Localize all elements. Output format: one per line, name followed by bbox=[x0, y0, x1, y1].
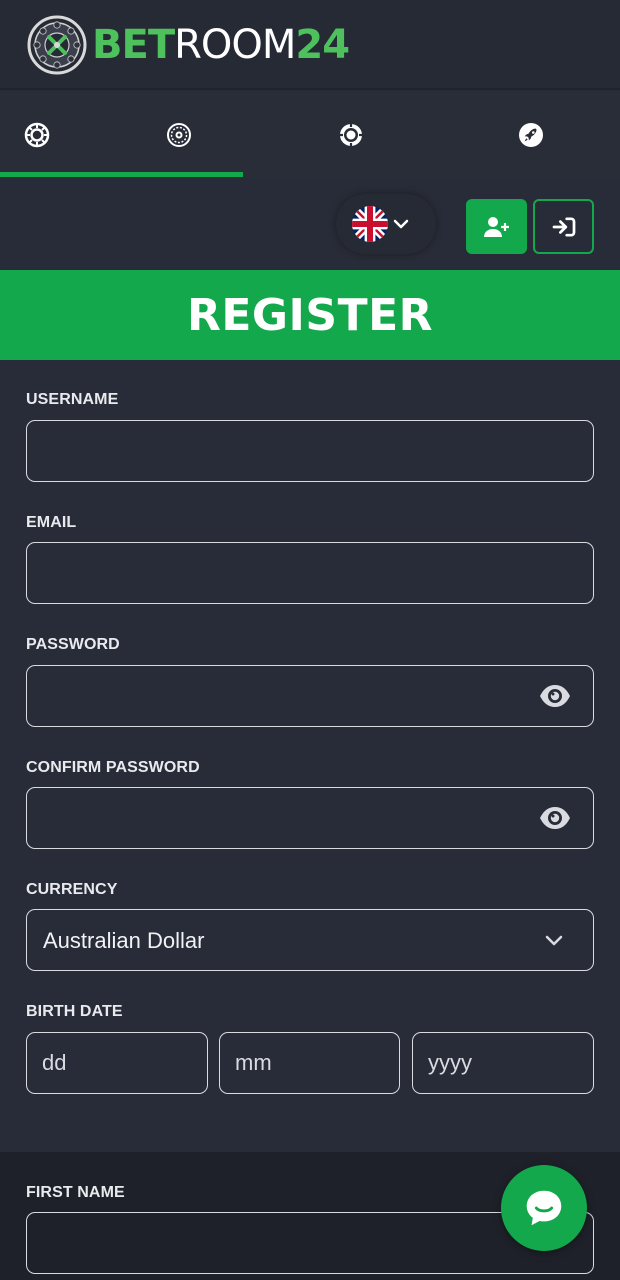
live-chat-button[interactable] bbox=[501, 1165, 587, 1251]
brand-room: ROOM bbox=[174, 22, 296, 68]
birth-year-input[interactable]: yyyy bbox=[412, 1032, 594, 1094]
auth-toolbar bbox=[0, 178, 620, 270]
chevron-down-icon bbox=[545, 935, 563, 946]
brand-number: 24 bbox=[295, 22, 350, 68]
currency-label: CURRENCY bbox=[26, 881, 118, 898]
chevron-down-icon bbox=[393, 219, 409, 229]
currency-select[interactable]: Australian Dollar bbox=[26, 909, 594, 971]
signup-button[interactable] bbox=[466, 199, 527, 254]
birth-date-label: BIRTH DATE bbox=[26, 1003, 123, 1020]
confirm-password-label: CONFIRM PASSWORD bbox=[26, 759, 200, 776]
brand-logo[interactable]: BETROOM24 bbox=[26, 14, 350, 76]
category-tabs bbox=[0, 92, 620, 178]
tab-casino[interactable] bbox=[0, 92, 74, 178]
roulette-icon bbox=[167, 123, 191, 147]
email-label: EMAIL bbox=[26, 514, 77, 531]
rocket-icon bbox=[519, 123, 543, 147]
tab-crash-games[interactable] bbox=[494, 92, 568, 178]
birth-month-placeholder: mm bbox=[235, 1050, 272, 1075]
username-label: USERNAME bbox=[26, 391, 119, 408]
password-input[interactable] bbox=[26, 665, 594, 727]
user-plus-icon bbox=[483, 216, 509, 237]
birth-month-input[interactable]: mm bbox=[219, 1032, 400, 1094]
chat-bubble-icon bbox=[526, 1190, 562, 1226]
birth-year-placeholder: yyyy bbox=[428, 1050, 472, 1075]
login-button[interactable] bbox=[533, 199, 594, 254]
birth-day-input[interactable]: dd bbox=[26, 1032, 208, 1094]
register-title: REGISTER bbox=[186, 289, 434, 341]
sign-in-icon bbox=[552, 216, 575, 237]
casino-chip-icon bbox=[24, 122, 50, 148]
brand-name: BETROOM24 bbox=[92, 22, 350, 68]
currency-value: Australian Dollar bbox=[43, 928, 205, 953]
confirm-password-input[interactable] bbox=[26, 787, 594, 849]
email-input[interactable] bbox=[26, 542, 594, 604]
show-password-eye-icon[interactable] bbox=[539, 682, 571, 710]
tab-live[interactable] bbox=[314, 92, 388, 178]
birth-day-placeholder: dd bbox=[42, 1050, 67, 1075]
brand-bet: BET bbox=[92, 22, 175, 68]
active-tab-indicator bbox=[0, 172, 243, 177]
username-input[interactable] bbox=[26, 420, 594, 482]
live-chip-icon bbox=[340, 124, 362, 146]
uk-flag-icon bbox=[352, 206, 388, 242]
register-header: REGISTER bbox=[0, 270, 620, 360]
language-selector[interactable] bbox=[336, 194, 436, 254]
header: BETROOM24 bbox=[0, 0, 620, 90]
show-confirm-password-eye-icon[interactable] bbox=[539, 804, 571, 832]
tab-live-casino[interactable] bbox=[142, 92, 216, 178]
first-name-label: FIRST NAME bbox=[26, 1184, 125, 1201]
password-label: PASSWORD bbox=[26, 636, 120, 653]
roulette-logo-icon bbox=[27, 15, 87, 75]
